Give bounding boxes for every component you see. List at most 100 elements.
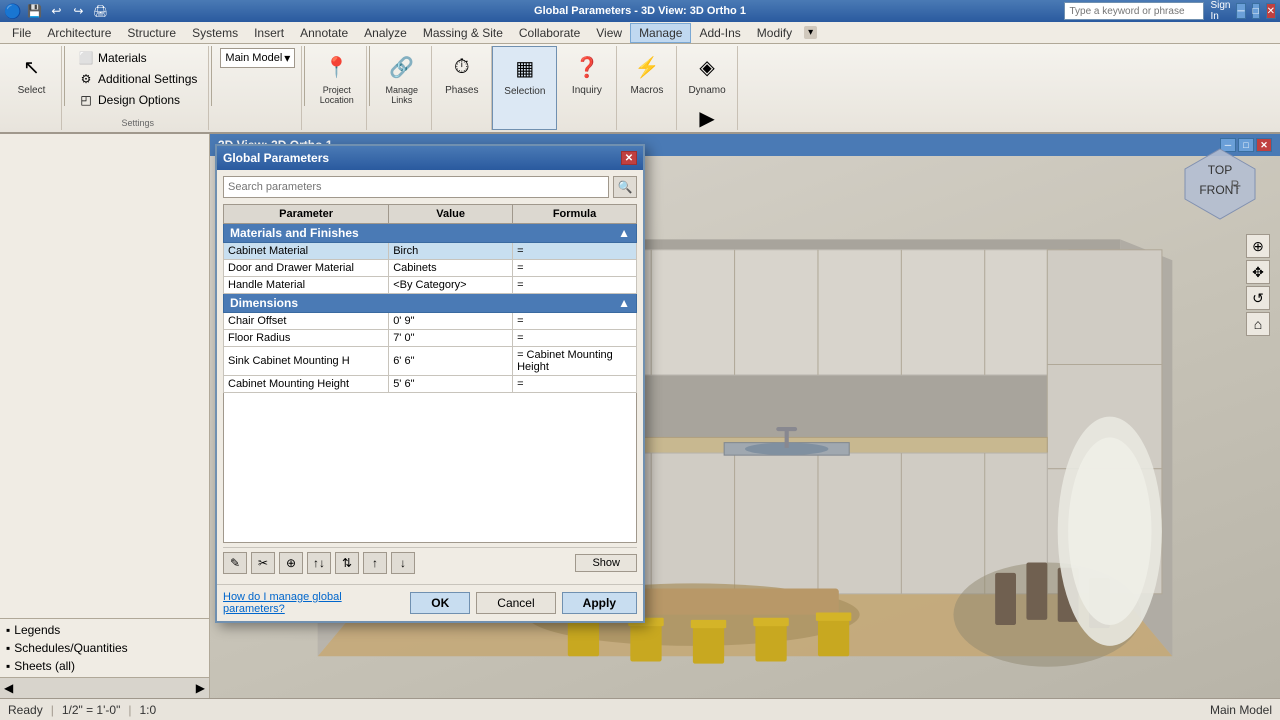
collapse-dimensions-btn[interactable]: ▲	[618, 296, 630, 310]
main-model-dropdown[interactable]: Main Model ▾	[220, 48, 295, 68]
param-row-cabinet-material[interactable]: Cabinet Material =	[224, 243, 637, 260]
empty-param-area	[223, 393, 637, 543]
menu-structure[interactable]: Structure	[119, 24, 184, 42]
separator-4	[369, 46, 370, 106]
window-close-btn[interactable]: ✕	[1266, 3, 1276, 19]
nav-orbit-btn[interactable]: ↺	[1246, 286, 1270, 310]
show-btn[interactable]: Show	[575, 554, 637, 572]
select-btn[interactable]: ↖ Select	[11, 48, 53, 99]
maximize-btn[interactable]: □	[1252, 3, 1260, 19]
ungroup-params-btn[interactable]: ↓	[391, 552, 415, 574]
sidebar-label-legends: Legends	[14, 623, 60, 637]
cabinet-material-input[interactable]	[393, 245, 508, 257]
param-chair-offset-value: 0' 9"	[389, 313, 513, 330]
minimize-btn[interactable]: ─	[1236, 3, 1245, 19]
sidebar-scroll-right[interactable]: ▶	[196, 681, 205, 695]
contextual-tab: ▾	[804, 26, 817, 39]
nav-home-btn[interactable]: ⌂	[1246, 312, 1270, 336]
param-cabinet-material-value[interactable]	[389, 243, 513, 260]
selection-icon: ▦	[509, 52, 541, 84]
apply-btn[interactable]: Apply	[562, 592, 637, 614]
param-cabinet-material-formula: =	[513, 243, 637, 260]
params-search-btn[interactable]: 🔍	[613, 176, 637, 198]
param-sink-cabinet-label: Sink Cabinet Mounting H	[224, 347, 389, 376]
dialog-close-btn[interactable]: ✕	[621, 151, 637, 165]
param-row-floor-radius[interactable]: Floor Radius 7' 0" =	[224, 330, 637, 347]
ok-btn[interactable]: OK	[410, 592, 470, 614]
menu-architecture[interactable]: Architecture	[39, 24, 119, 42]
sort-params-btn[interactable]: ⇅	[335, 552, 359, 574]
sidebar-item-schedules[interactable]: ▪ Schedules/Quantities	[0, 639, 209, 657]
nav-zoom-btn[interactable]: ⊕	[1246, 234, 1270, 258]
inquiry-btn[interactable]: ❓ Inquiry	[566, 48, 608, 99]
app-icon: 🔵	[4, 3, 21, 20]
help-link[interactable]: How do I manage global parameters?	[223, 591, 404, 615]
separator-2	[211, 46, 212, 106]
dynamo-player-btn[interactable]: ▶ DynamoPlayer	[685, 99, 729, 134]
collapse-materials-btn[interactable]: ▲	[618, 226, 630, 240]
phases-btn[interactable]: ⏱ Phases	[440, 48, 483, 99]
search-input[interactable]	[1064, 2, 1204, 20]
param-floor-radius-label: Floor Radius	[224, 330, 389, 347]
qat-save[interactable]: 💾	[25, 2, 43, 20]
viewcube[interactable]: TOP FRONT R	[1180, 144, 1260, 224]
manage-links-btn[interactable]: 🔗 ManageLinks	[381, 48, 424, 108]
cancel-btn[interactable]: Cancel	[476, 592, 555, 614]
nav-pan-btn[interactable]: ✥	[1246, 260, 1270, 284]
dynamo-btn[interactable]: ◈ Dynamo	[683, 48, 730, 99]
menu-collaborate[interactable]: Collaborate	[511, 24, 588, 42]
param-row-handle-material[interactable]: Handle Material <By Category> =	[224, 277, 637, 294]
ribbon-group-macros: ⚡ Macros	[617, 46, 677, 130]
design-options-btn[interactable]: ◰ Design Options	[73, 90, 202, 110]
param-floor-radius-value: 7' 0"	[389, 330, 513, 347]
menu-manage[interactable]: Manage	[630, 23, 691, 43]
menu-bar: File Architecture Structure Systems Inse…	[0, 22, 1280, 44]
col-header-value: Value	[389, 205, 513, 224]
move-up-btn[interactable]: ↑↓	[307, 552, 331, 574]
global-params-dialog[interactable]: Global Parameters ✕ 🔍	[215, 144, 645, 623]
dialog-footer: How do I manage global parameters? OK Ca…	[217, 584, 643, 621]
design-options-label: Design Options	[98, 93, 180, 107]
menu-addins[interactable]: Add-Ins	[691, 24, 748, 42]
menu-analyze[interactable]: Analyze	[356, 24, 415, 42]
qat-undo[interactable]: ↩	[47, 2, 65, 20]
group-params-btn[interactable]: ↑	[363, 552, 387, 574]
menu-systems[interactable]: Systems	[184, 24, 246, 42]
search-row: 🔍	[223, 176, 637, 198]
status-separator2: |	[128, 703, 131, 717]
sidebar-scroll-left[interactable]: ◀	[4, 681, 13, 695]
sidebar-item-legends[interactable]: ▪ Legends	[0, 621, 209, 639]
menu-insert[interactable]: Insert	[246, 24, 292, 42]
param-cabinet-material-label: Cabinet Material	[224, 243, 389, 260]
delete-param-btn[interactable]: ✂	[251, 552, 275, 574]
param-cabinet-mounting-value: 5' 6"	[389, 376, 513, 393]
param-row-door-material[interactable]: Door and Drawer Material Cabinets =	[224, 260, 637, 277]
menu-view[interactable]: View	[588, 24, 630, 42]
menu-massing[interactable]: Massing & Site	[415, 24, 511, 42]
param-row-chair-offset[interactable]: Chair Offset 0' 9" =	[224, 313, 637, 330]
param-row-cabinet-mounting[interactable]: Cabinet Mounting Height 5' 6" =	[224, 376, 637, 393]
manage-links-icon: 🔗	[386, 51, 418, 83]
selection-btn[interactable]: ▦ Selection	[499, 49, 550, 100]
separator-3	[304, 46, 305, 106]
section-dimensions: Dimensions ▲	[224, 294, 637, 313]
menu-file[interactable]: File	[4, 24, 39, 42]
project-location-btn[interactable]: 📍 ProjectLocation	[315, 48, 359, 108]
param-row-sink-cabinet[interactable]: Sink Cabinet Mounting H 6' 6" = Cabinet …	[224, 347, 637, 376]
materials-btn[interactable]: ⬜ Materials	[73, 48, 202, 68]
params-table: Parameter Value Formula Materials and Fi…	[223, 204, 637, 393]
param-sink-cabinet-formula: = Cabinet Mounting Height	[513, 347, 637, 376]
additional-settings-btn[interactable]: ⚙ Additional Settings	[73, 69, 202, 89]
menu-modify[interactable]: Modify	[749, 24, 800, 42]
qat-redo[interactable]: ↪	[69, 2, 87, 20]
sign-in-btn[interactable]: Sign In	[1210, 0, 1230, 22]
params-search-input[interactable]	[223, 176, 609, 198]
param-door-material-formula: =	[513, 260, 637, 277]
menu-annotate[interactable]: Annotate	[292, 24, 356, 42]
macros-btn[interactable]: ⚡ Macros	[626, 48, 669, 99]
qat-print[interactable]: 🖨	[91, 2, 109, 20]
sidebar-item-sheets[interactable]: ▪ Sheets (all)	[0, 657, 209, 675]
edit-param-btn[interactable]: ✎	[223, 552, 247, 574]
schedule-icon: ▪	[6, 641, 10, 655]
add-param-btn[interactable]: ⊕	[279, 552, 303, 574]
